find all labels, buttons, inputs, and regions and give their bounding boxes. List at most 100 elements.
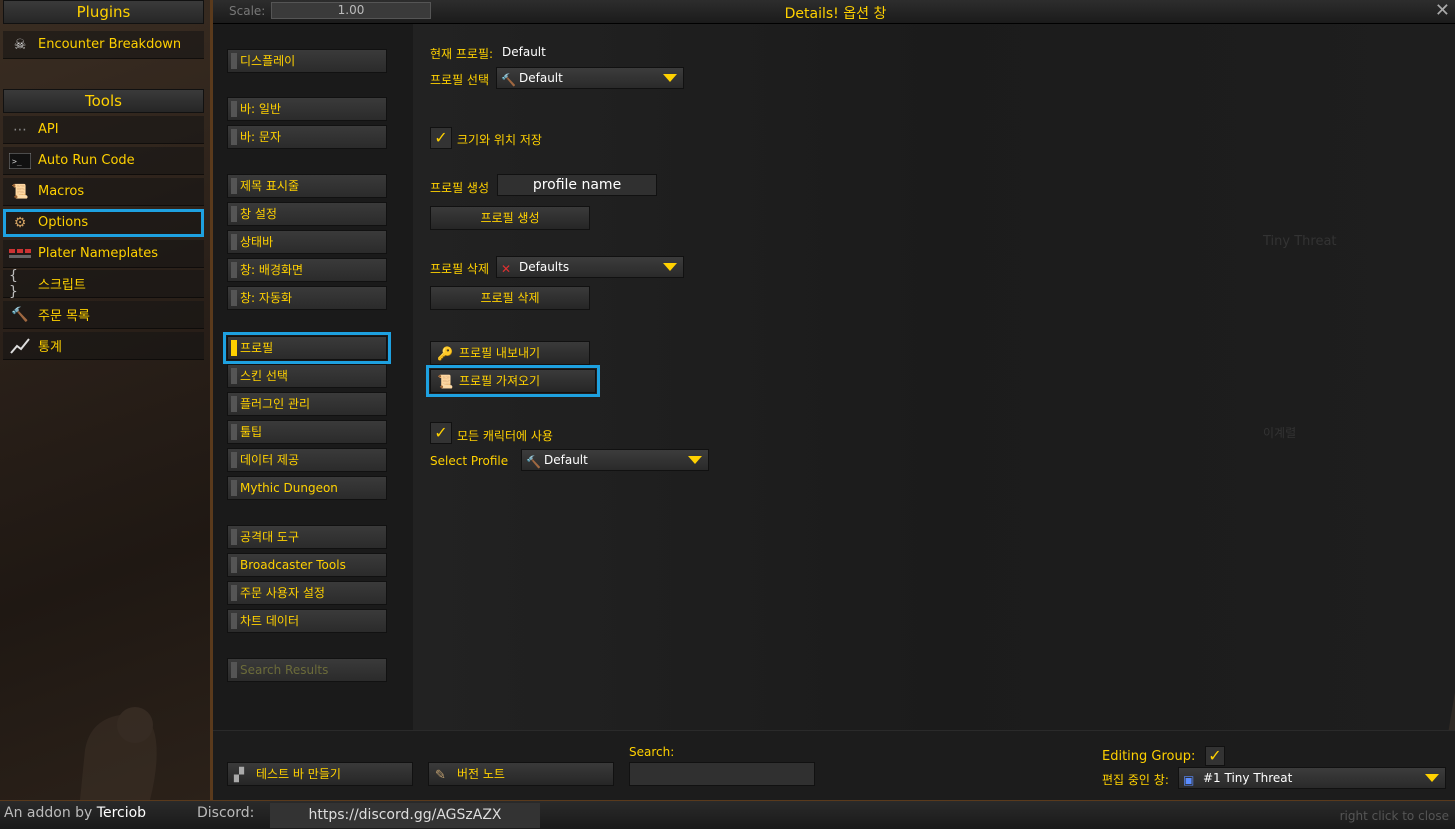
lion-statue-decoration	[80, 707, 157, 800]
console-icon: >_	[9, 151, 31, 171]
editing-group-checkbox[interactable]: ✓	[1205, 746, 1225, 766]
sidebar-item-label: 주문 목록	[38, 309, 90, 324]
menu-item-profiles[interactable]: 프로필	[223, 332, 391, 364]
menu-item-display[interactable]: 디스플레이	[227, 49, 387, 73]
hammer-icon: 🔨	[501, 73, 516, 87]
create-profile-button[interactable]: 프로필 생성	[430, 206, 590, 230]
window-icon: ▣	[1183, 773, 1195, 787]
select-profile-all-dropdown[interactable]: 🔨 Default	[521, 449, 709, 471]
select-profile-label: 프로필 선택	[430, 73, 490, 87]
save-size-position-checkbox[interactable]: ✓	[430, 127, 452, 149]
scroll-icon: 📜	[437, 375, 454, 390]
version-notes-button[interactable]: ✎ 버전 노트	[428, 762, 614, 786]
menu-item-spell-customization[interactable]: 주문 사용자 설정	[227, 581, 387, 605]
menu-item-mythic-dungeon[interactable]: Mythic Dungeon	[227, 476, 387, 500]
hammer-icon: 🔨	[526, 455, 541, 469]
editing-group-label: Editing Group:	[1102, 749, 1196, 764]
bottom-bar: ▞ 테스트 바 만들기 ✎ 버전 노트 Search: Editing Grou…	[213, 730, 1455, 800]
menu-item-search-results[interactable]: Search Results	[227, 658, 387, 682]
nameplates-icon	[9, 244, 31, 264]
addon-sidebar: Plugins ☠ Encounter Breakdown Tools ⋯ AP…	[0, 0, 210, 800]
right-click-hint: right click to close	[1339, 809, 1449, 823]
discord-label: Discord:	[197, 805, 255, 821]
menu-item-chart-data[interactable]: 차트 데이터	[227, 609, 387, 633]
current-profile-label: 현재 프로필:	[430, 47, 494, 61]
sidebar-item-plater-nameplates[interactable]: Plater Nameplates	[3, 240, 204, 268]
dropdown-value: #1 Tiny Threat	[1203, 771, 1293, 785]
notes-icon: ✎	[435, 768, 446, 783]
sidebar-item-label: API	[38, 122, 59, 137]
key-icon: 🔑	[437, 347, 454, 362]
footer-bar: An addon by Terciob Discord: https://dis…	[0, 800, 1455, 829]
menu-item-data-feed[interactable]: 데이터 제공	[227, 448, 387, 472]
sidebar-item-label: Macros	[38, 184, 85, 199]
menu-item-bars-text[interactable]: 바: 문자	[227, 125, 387, 149]
import-profile-label: 프로필 가져오기	[459, 374, 541, 388]
bars-icon: ▞	[234, 768, 244, 783]
save-size-position-label: 크기와 위치 저장	[457, 133, 542, 147]
menu-item-bars-general[interactable]: 바: 일반	[227, 97, 387, 121]
red-x-icon: ✕	[501, 262, 512, 276]
discord-url-field[interactable]: https://discord.gg/AGSzAZX	[270, 803, 540, 828]
checkmark-icon: ✓	[434, 128, 448, 147]
export-profile-button[interactable]: 🔑 프로필 내보내기	[430, 341, 590, 365]
chevron-down-icon	[663, 74, 677, 82]
profile-name-input[interactable]: profile name	[497, 174, 657, 196]
use-all-characters-label: 모든 캐릭터에 사용	[457, 429, 553, 443]
menu-item-status-bar[interactable]: 상태바	[227, 230, 387, 254]
use-all-characters-checkbox[interactable]: ✓	[430, 422, 452, 444]
menu-item-tooltip[interactable]: 툴팁	[227, 420, 387, 444]
checkmark-icon: ✓	[1208, 746, 1222, 765]
sidebar-item-statistics[interactable]: 통계	[3, 332, 204, 360]
author-name: Terciob	[96, 805, 147, 821]
svg-text:>_: >_	[12, 157, 22, 166]
title-bar[interactable]: Scale: 1.00 Details! 옵션 창 ✕	[213, 0, 1455, 24]
menu-item-window-wallpaper[interactable]: 창: 배경화면	[227, 258, 387, 282]
dropdown-value: Defaults	[519, 260, 570, 274]
menu-item-window-settings[interactable]: 창 설정	[227, 202, 387, 226]
sidebar-item-spell-list[interactable]: 🔨 주문 목록	[3, 301, 204, 329]
checkmark-icon: ✓	[434, 423, 448, 442]
sidebar-item-api[interactable]: ⋯ API	[3, 116, 204, 144]
background-window-title: Tiny Threat	[1263, 234, 1337, 249]
select-profile-dropdown[interactable]: 🔨 Default	[496, 67, 684, 89]
sidebar-item-encounter-breakdown[interactable]: ☠ Encounter Breakdown	[3, 31, 204, 59]
search-input[interactable]	[629, 762, 815, 786]
options-window: Scale: 1.00 Details! 옵션 창 ✕ 디스플레이 바: 일반 …	[210, 0, 1455, 800]
editing-window-dropdown[interactable]: ▣ #1 Tiny Threat	[1178, 767, 1446, 789]
menu-item-plugin-management[interactable]: 플러그인 관리	[227, 392, 387, 416]
dropdown-value: Default	[544, 453, 588, 467]
dots-icon: ⋯	[13, 121, 27, 138]
sidebar-item-scripts[interactable]: { } 스크립트	[3, 268, 204, 300]
gear-icon: ⚙	[13, 214, 27, 231]
dropdown-value: Default	[519, 71, 563, 85]
create-test-bars-label: 테스트 바 만들기	[256, 767, 341, 781]
import-profile-button[interactable]: 📜 프로필 가져오기	[426, 365, 600, 397]
menu-item-title-bar[interactable]: 제목 표시줄	[227, 174, 387, 198]
window-title: Details! 옵션 창	[784, 6, 887, 22]
delete-profile-button[interactable]: 프로필 삭제	[430, 286, 590, 310]
plugins-header: Plugins	[3, 0, 204, 24]
sidebar-item-macros[interactable]: 📜 Macros	[3, 178, 204, 206]
current-profile-value: Default	[502, 45, 546, 59]
create-test-bars-button[interactable]: ▞ 테스트 바 만들기	[227, 762, 413, 786]
sidebar-item-label: Options	[38, 215, 89, 230]
menu-item-skin-selection[interactable]: 스킨 선택	[227, 364, 387, 388]
menu-item-broadcaster-tools[interactable]: Broadcaster Tools	[227, 553, 387, 577]
delete-profile-dropdown[interactable]: ✕ Defaults	[496, 256, 684, 278]
close-icon[interactable]: ✕	[1435, 0, 1450, 21]
export-profile-label: 프로필 내보내기	[459, 346, 541, 360]
search-label: Search:	[629, 745, 675, 759]
menu-item-window-automation[interactable]: 창: 자동화	[227, 286, 387, 310]
sidebar-item-label: Encounter Breakdown	[38, 37, 182, 52]
profile-options-panel: 현재 프로필: Default 프로필 선택 🔨 Default ✓ 크기와 위…	[413, 24, 1455, 764]
chevron-down-icon	[1425, 774, 1439, 782]
skull-icon: ☠	[13, 36, 27, 53]
create-profile-label: 프로필 생성	[430, 181, 490, 195]
sidebar-item-label: Auto Run Code	[38, 153, 135, 168]
sidebar-item-label: 스크립트	[38, 278, 86, 293]
sidebar-item-auto-run-code[interactable]: >_ Auto Run Code	[3, 147, 204, 175]
version-notes-label: 버전 노트	[457, 767, 505, 781]
sidebar-item-options[interactable]: ⚙ Options	[3, 209, 204, 237]
menu-item-raid-tools[interactable]: 공격대 도구	[227, 525, 387, 549]
